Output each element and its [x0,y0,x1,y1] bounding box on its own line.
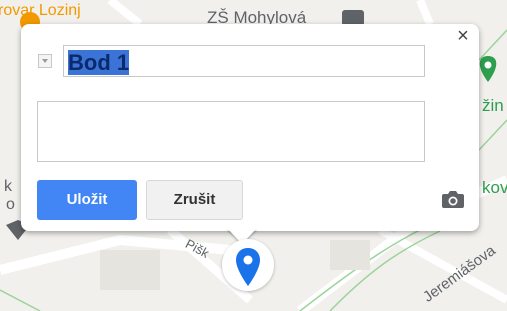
map-label-left-o: o [6,196,15,213]
title-input[interactable]: Bod 1 [63,45,425,77]
title-input-value: Bod 1 [68,50,130,75]
cancel-button-label: Zrušit [173,191,216,208]
description-input[interactable] [37,101,425,162]
map-label-right-mid: kov [482,178,507,197]
save-button-label: Uložit [66,191,108,208]
map-label-left-k: k [4,178,12,195]
camera-icon[interactable] [441,189,465,209]
close-icon: × [457,25,469,47]
close-button[interactable]: × [452,26,474,48]
map-label-top-left: rovar Lozinj [0,2,81,19]
cancel-button[interactable]: Zrušit [146,180,243,220]
dropdown-icon[interactable] [38,54,52,68]
map-label-right-top: žin [482,96,504,115]
save-button[interactable]: Uložit [37,180,137,220]
map-pin-icon[interactable] [234,246,262,288]
